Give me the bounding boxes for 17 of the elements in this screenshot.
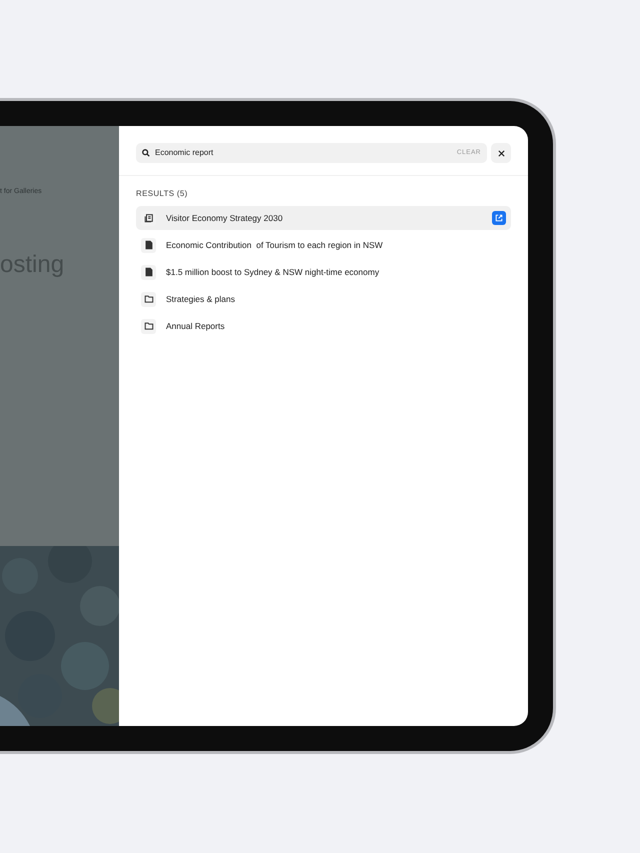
close-icon xyxy=(498,150,504,156)
document-icon xyxy=(144,240,154,250)
folder-icon xyxy=(144,321,154,331)
search-icon xyxy=(142,149,150,157)
result-title: Strategies & plans xyxy=(166,292,236,306)
document-icon xyxy=(144,267,154,277)
result-title: Annual Reports xyxy=(166,320,226,332)
result-title: Economic Contribution of Tourism to each region in NSW xyxy=(166,238,384,252)
open-external-button[interactable] xyxy=(492,211,506,225)
folder-icon xyxy=(144,294,154,304)
result-item[interactable]: Visitor Economy Strategy 2030 xyxy=(136,206,511,230)
result-title: $1.5 million boost to Sydney & NSW night-time economy xyxy=(166,266,380,278)
result-title: Visitor Economy Strategy 2030 xyxy=(166,212,284,224)
results-label: RESULTS (5) xyxy=(135,188,189,200)
pages-icon xyxy=(144,213,154,223)
external-link-icon xyxy=(495,214,503,222)
close-button[interactable] xyxy=(491,143,511,163)
